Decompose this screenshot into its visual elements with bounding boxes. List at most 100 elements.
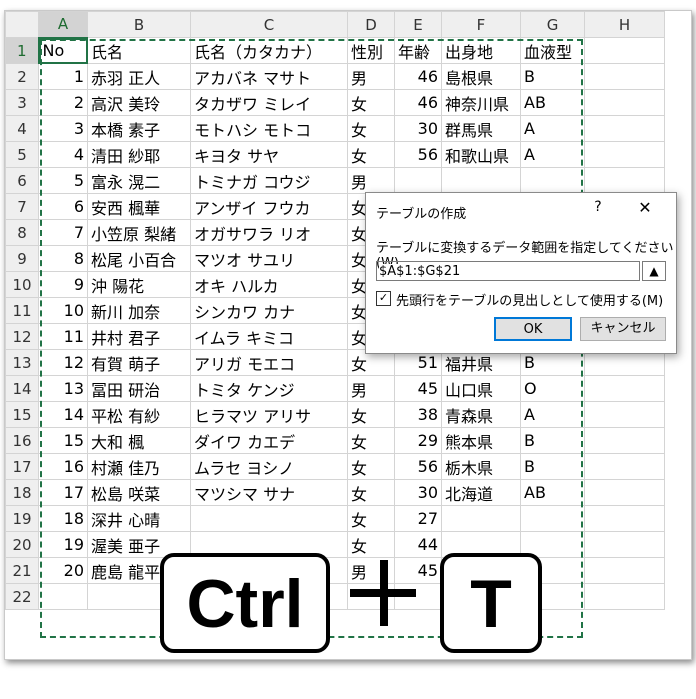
cell[interactable]: 本橋 素子 — [87, 115, 191, 142]
cell[interactable]: 安西 楓華 — [87, 193, 191, 220]
cell[interactable]: 8 — [38, 245, 88, 272]
cell[interactable]: アンザイ フウカ — [190, 193, 348, 220]
cell[interactable]: 16 — [38, 453, 88, 480]
cell[interactable] — [38, 583, 88, 610]
cell[interactable]: 30 — [394, 479, 442, 506]
row-header[interactable]: 8 — [5, 219, 39, 246]
cell[interactable]: 9 — [38, 271, 88, 298]
cell[interactable]: 10 — [38, 297, 88, 324]
cell[interactable]: 30 — [394, 115, 442, 142]
cell[interactable]: 富永 滉二 — [87, 167, 191, 194]
column-header-f[interactable]: F — [441, 11, 521, 38]
cell[interactable]: モトハシ モトコ — [190, 115, 348, 142]
cell[interactable]: 有賀 萌子 — [87, 349, 191, 376]
cell[interactable]: アリガ モエコ — [190, 349, 348, 376]
cell[interactable]: 女 — [347, 115, 395, 142]
cell[interactable] — [584, 557, 665, 584]
cell[interactable]: 20 — [38, 557, 88, 584]
cell[interactable]: 11 — [38, 323, 88, 350]
cell[interactable]: 19 — [38, 531, 88, 558]
cell[interactable]: 高沢 美玲 — [87, 89, 191, 116]
cell[interactable]: 17 — [38, 479, 88, 506]
cell[interactable]: オガサワラ リオ — [190, 219, 348, 246]
cell[interactable]: 山口県 — [441, 375, 521, 402]
ok-button[interactable]: OK — [494, 317, 572, 341]
cell[interactable] — [584, 89, 665, 116]
cell[interactable]: 46 — [394, 63, 442, 90]
cell[interactable]: 56 — [394, 453, 442, 480]
cell[interactable]: A — [520, 141, 585, 168]
cell[interactable]: 出身地 — [441, 37, 521, 64]
cell[interactable]: 熊本県 — [441, 427, 521, 454]
column-header-b[interactable]: B — [87, 11, 191, 38]
cell[interactable]: 大和 楓 — [87, 427, 191, 454]
cell[interactable]: 女 — [347, 141, 395, 168]
collapse-arrow-icon[interactable]: ▲ — [642, 261, 666, 281]
cell[interactable]: 女 — [347, 479, 395, 506]
help-button[interactable]: ? — [588, 199, 608, 215]
cell[interactable]: 45 — [394, 375, 442, 402]
row-header[interactable]: 19 — [5, 505, 39, 532]
cell[interactable]: 井村 君子 — [87, 323, 191, 350]
column-header-h[interactable]: H — [584, 11, 665, 38]
cell[interactable]: 島根県 — [441, 63, 521, 90]
column-header-g[interactable]: G — [520, 11, 585, 38]
cell[interactable]: 女 — [347, 89, 395, 116]
row-header[interactable]: 20 — [5, 531, 39, 558]
cell[interactable]: 38 — [394, 401, 442, 428]
cell[interactable]: 12 — [38, 349, 88, 376]
cell[interactable]: 3 — [38, 115, 88, 142]
row-header[interactable]: 21 — [5, 557, 39, 584]
cell[interactable]: A — [520, 401, 585, 428]
cell[interactable]: マツシマ サナ — [190, 479, 348, 506]
row-header[interactable]: 18 — [5, 479, 39, 506]
cell[interactable]: 7 — [38, 219, 88, 246]
cell[interactable]: 年齢 — [394, 37, 442, 64]
cell[interactable]: 1 — [38, 63, 88, 90]
cell[interactable]: 冨田 研治 — [87, 375, 191, 402]
cell[interactable]: 深井 心晴 — [87, 505, 191, 532]
row-header[interactable]: 3 — [5, 89, 39, 116]
cell[interactable] — [584, 167, 665, 194]
cell[interactable] — [584, 505, 665, 532]
cell[interactable]: 性別 — [347, 37, 395, 64]
row-header[interactable]: 2 — [5, 63, 39, 90]
cell[interactable]: 女 — [347, 505, 395, 532]
cell[interactable]: 18 — [38, 505, 88, 532]
cell[interactable]: ムラセ ヨシノ — [190, 453, 348, 480]
cell[interactable]: 血液型 — [520, 37, 585, 64]
row-header[interactable]: 4 — [5, 115, 39, 142]
cell[interactable]: 新川 加奈 — [87, 297, 191, 324]
cell[interactable]: 和歌山県 — [441, 141, 521, 168]
close-icon[interactable]: ✕ — [631, 197, 659, 219]
cell[interactable]: B — [520, 63, 585, 90]
row-header[interactable]: 15 — [5, 401, 39, 428]
cell[interactable]: AB — [520, 479, 585, 506]
cell[interactable] — [584, 427, 665, 454]
cell[interactable]: 27 — [394, 505, 442, 532]
row-header[interactable]: 22 — [5, 583, 39, 610]
cell[interactable]: 44 — [394, 531, 442, 558]
cell[interactable]: イムラ キミコ — [190, 323, 348, 350]
cell[interactable]: 沖 陽花 — [87, 271, 191, 298]
cell[interactable]: シンカワ カナ — [190, 297, 348, 324]
row-header[interactable]: 11 — [5, 297, 39, 324]
cell[interactable]: ダイワ カエデ — [190, 427, 348, 454]
cell[interactable]: トミタ ケンジ — [190, 375, 348, 402]
cell[interactable]: 北海道 — [441, 479, 521, 506]
cell[interactable]: O — [520, 375, 585, 402]
row-header[interactable]: 17 — [5, 453, 39, 480]
cell[interactable]: 神奈川県 — [441, 89, 521, 116]
cell[interactable]: マツオ サユリ — [190, 245, 348, 272]
cell[interactable]: 56 — [394, 141, 442, 168]
cell[interactable]: タカザワ ミレイ — [190, 89, 348, 116]
row-header[interactable]: 16 — [5, 427, 39, 454]
cell[interactable]: アカバネ マサト — [190, 63, 348, 90]
cell[interactable]: キヨタ サヤ — [190, 141, 348, 168]
cell[interactable]: B — [520, 427, 585, 454]
cell[interactable]: 29 — [394, 427, 442, 454]
cell[interactable]: 女 — [347, 453, 395, 480]
cell[interactable]: トミナガ コウジ — [190, 167, 348, 194]
row-header[interactable]: 9 — [5, 245, 39, 272]
row-header[interactable]: 5 — [5, 141, 39, 168]
